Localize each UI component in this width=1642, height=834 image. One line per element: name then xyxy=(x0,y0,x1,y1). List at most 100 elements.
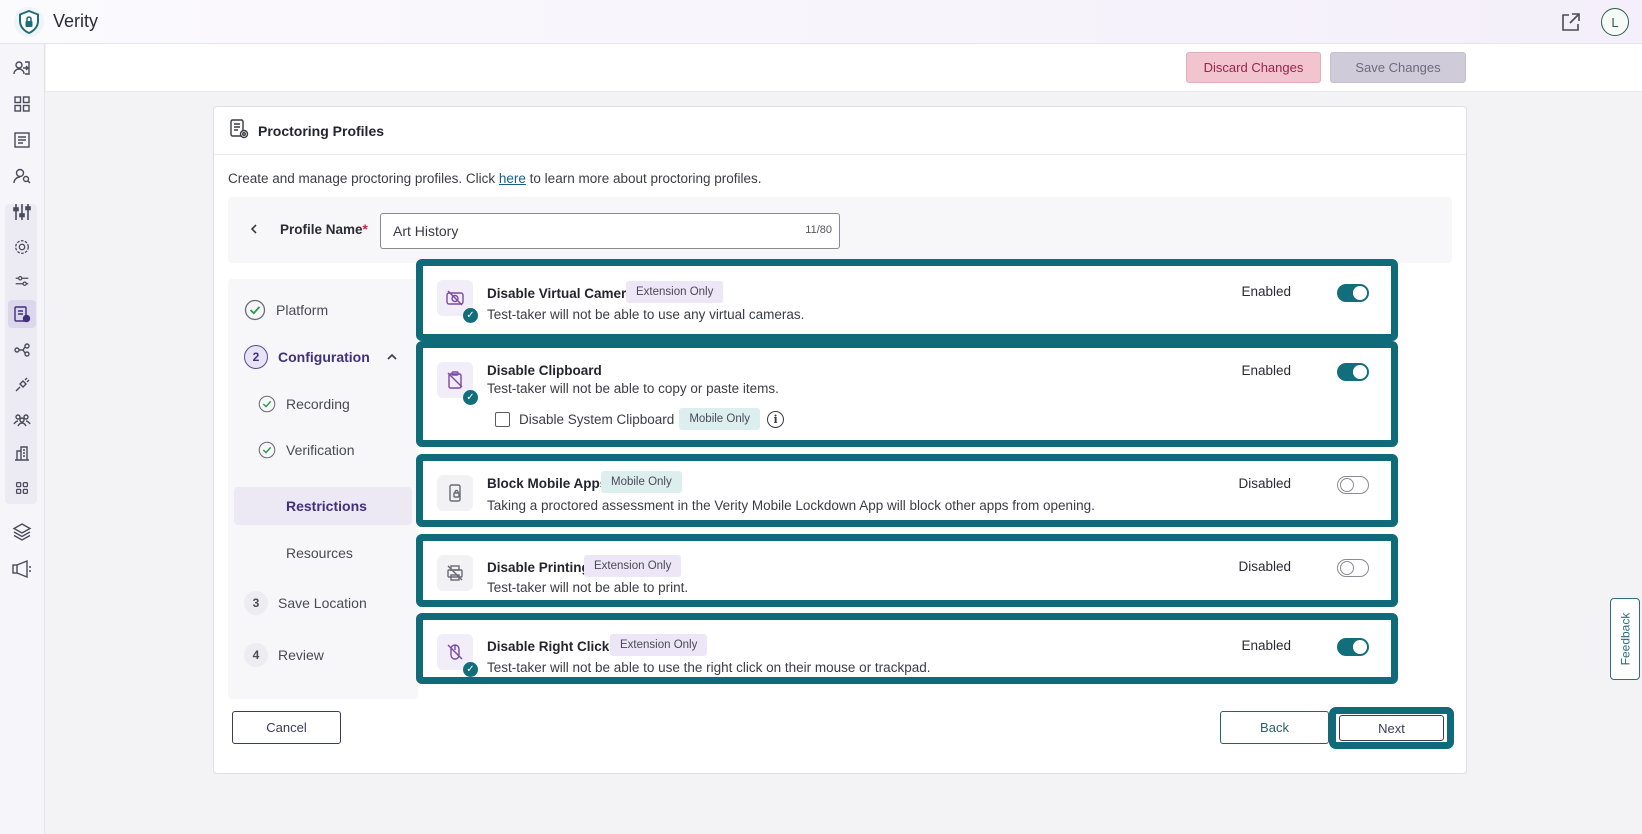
profile-document-icon xyxy=(228,118,250,143)
restriction-state: Enabled xyxy=(1241,638,1291,653)
feedback-label: Feedback xyxy=(1618,612,1633,666)
profile-name-input[interactable]: Art History 11/80 xyxy=(380,213,840,249)
char-counter: 11/80 xyxy=(805,224,832,236)
card-header: Proctoring Profiles xyxy=(214,107,1466,155)
intro-after: to learn more about proctoring profiles. xyxy=(525,171,762,186)
mobile-only-badge: Mobile Only xyxy=(601,471,682,493)
discard-changes-button[interactable]: Discard Changes xyxy=(1186,52,1321,83)
profile-name-label-text: Profile Name xyxy=(280,222,363,237)
next-button[interactable]: Next xyxy=(1339,715,1444,741)
external-link-icon[interactable] xyxy=(1559,10,1583,34)
user-search-icon[interactable] xyxy=(8,162,36,190)
check-circle-icon xyxy=(258,395,276,413)
layers-icon[interactable] xyxy=(8,518,36,546)
building-icon[interactable] xyxy=(8,439,36,467)
app-name: Verity xyxy=(53,11,99,31)
right-click-toggle[interactable] xyxy=(1337,638,1369,656)
proctoring-profiles-card: Proctoring Profiles Create and manage pr… xyxy=(213,106,1467,774)
back-button[interactable]: Back xyxy=(1220,711,1329,744)
substep-resources-label: Resources xyxy=(286,545,353,561)
save-changes-button[interactable]: Save Changes xyxy=(1330,52,1466,83)
shield-logo-icon[interactable] xyxy=(14,6,44,37)
check-badge-icon: ✓ xyxy=(463,390,478,405)
sliders-icon[interactable] xyxy=(8,198,36,226)
feedback-tab[interactable]: Feedback xyxy=(1610,598,1640,680)
step-configuration[interactable]: 2 Configuration xyxy=(244,345,398,369)
profile-name-label: Profile Name* xyxy=(280,222,368,237)
substep-recording-label: Recording xyxy=(286,396,350,412)
restriction-row: ✓ Disable Virtual Camera Extension Only … xyxy=(416,259,1398,341)
announcement-icon[interactable] xyxy=(8,555,36,583)
info-icon[interactable]: i xyxy=(767,410,785,428)
printing-toggle[interactable] xyxy=(1337,559,1369,577)
check-circle-icon xyxy=(244,299,266,321)
virtual-camera-toggle[interactable] xyxy=(1337,284,1369,302)
learn-more-link[interactable]: here xyxy=(499,171,526,186)
substep-verification-label: Verification xyxy=(286,442,355,458)
mobile-only-badge: Mobile Only xyxy=(679,408,761,430)
top-bar: Verity L xyxy=(0,0,1642,44)
restriction-state: Disabled xyxy=(1238,559,1291,574)
restriction-title: Block Mobile Apps xyxy=(487,476,608,491)
apps-grid-icon[interactable] xyxy=(8,474,36,502)
system-clipboard-option: Disable System Clipboard Mobile Only i xyxy=(495,408,785,430)
intro-text: Create and manage proctoring profiles. C… xyxy=(228,171,762,186)
substep-recording[interactable]: Recording xyxy=(258,395,350,413)
printer-off-icon xyxy=(437,555,473,591)
step-platform[interactable]: Platform xyxy=(244,299,328,321)
proctoring-profile-icon[interactable] xyxy=(8,300,36,328)
step-configuration-label: Configuration xyxy=(278,349,370,365)
disable-system-clipboard-checkbox[interactable] xyxy=(495,411,510,427)
substep-verification[interactable]: Verification xyxy=(258,441,354,459)
wizard-steps: Platform 2 Configuration Recording Verif… xyxy=(228,279,418,699)
chevron-up-icon[interactable] xyxy=(386,351,398,363)
extension-only-badge: Extension Only xyxy=(626,281,724,303)
check-badge-icon: ✓ xyxy=(463,308,478,323)
step-save-location[interactable]: 3 Save Location xyxy=(244,591,367,615)
restriction-row: Block Mobile Apps Mobile Only Taking a p… xyxy=(416,454,1398,527)
step-number: 4 xyxy=(244,643,268,667)
step-review-label: Review xyxy=(278,647,324,663)
extension-only-badge: Extension Only xyxy=(610,634,708,656)
profile-name-bar: Profile Name* Art History 11/80 xyxy=(228,197,1452,263)
workflow-icon[interactable] xyxy=(8,336,36,364)
dashboard-grid-icon[interactable] xyxy=(8,90,36,118)
substep-resources[interactable]: Resources xyxy=(286,545,353,561)
restriction-description: Taking a proctored assessment in the Ver… xyxy=(487,498,1095,513)
restriction-description: Test-taker will not be able to print. xyxy=(487,580,689,595)
mobile-apps-toggle[interactable] xyxy=(1337,476,1369,494)
clipboard-toggle[interactable] xyxy=(1337,363,1369,381)
substep-restrictions[interactable]: Restrictions xyxy=(286,498,367,514)
user-login-icon[interactable] xyxy=(8,54,36,82)
intro-before: Create and manage proctoring profiles. C… xyxy=(228,171,499,186)
restriction-description: Test-taker will not be able to use any v… xyxy=(487,307,805,322)
restriction-description: Test-taker will not be able to copy or p… xyxy=(487,381,779,396)
avatar[interactable]: L xyxy=(1601,8,1629,36)
left-nav-rail xyxy=(0,44,45,834)
sub-option-label: Disable System Clipboard xyxy=(519,411,675,427)
team-icon[interactable] xyxy=(8,405,36,433)
required-mark: * xyxy=(362,222,368,237)
restriction-title: Disable Virtual Camera xyxy=(487,286,634,301)
restriction-row: ✓ Disable Clipboard Test-taker will not … xyxy=(416,341,1398,447)
mobile-lock-icon xyxy=(437,475,473,511)
restriction-title: Disable Printing xyxy=(487,560,590,575)
card-title: Proctoring Profiles xyxy=(258,122,385,139)
restriction-title: Disable Right Click xyxy=(487,639,610,654)
chevron-left-icon[interactable] xyxy=(244,219,264,239)
restriction-row: Disable Printing Extension Only Test-tak… xyxy=(416,534,1398,607)
cancel-button[interactable]: Cancel xyxy=(232,711,341,744)
restriction-row: ✓ Disable Right Click Extension Only Tes… xyxy=(416,613,1398,684)
plug-icon[interactable] xyxy=(8,371,36,399)
document-icon[interactable] xyxy=(8,126,36,154)
gear-icon[interactable] xyxy=(8,233,36,261)
step-review[interactable]: 4 Review xyxy=(244,643,324,667)
next-button-highlight: Next xyxy=(1329,707,1454,749)
restriction-state: Enabled xyxy=(1241,284,1291,299)
step-platform-label: Platform xyxy=(276,302,329,318)
step-number: 3 xyxy=(244,591,268,615)
step-save-location-label: Save Location xyxy=(278,595,367,611)
filter-sliders-icon[interactable] xyxy=(8,267,36,295)
substep-restrictions-label: Restrictions xyxy=(286,498,367,514)
check-badge-icon: ✓ xyxy=(463,662,478,677)
